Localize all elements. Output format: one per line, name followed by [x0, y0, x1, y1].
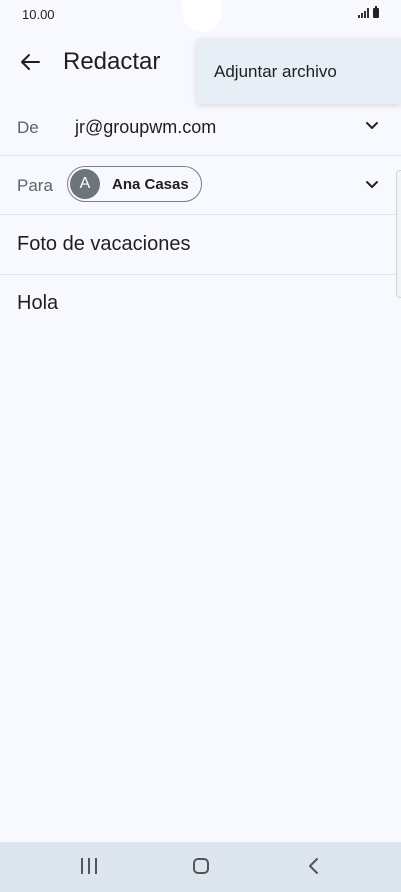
subject-field[interactable]: Foto de vacaciones — [17, 233, 190, 256]
recent-apps-icon[interactable] — [81, 858, 97, 874]
to-row[interactable]: Para A Ana Casas — [0, 156, 401, 215]
subject-row[interactable]: Foto de vacaciones — [0, 215, 401, 275]
from-label: De — [17, 118, 39, 137]
home-icon[interactable] — [193, 858, 209, 874]
battery-icon — [373, 6, 379, 18]
overflow-menu: Adjuntar archivo — [196, 38, 401, 104]
status-icons — [358, 6, 379, 18]
navigation-bar — [0, 842, 401, 892]
page-title: Redactar — [63, 48, 161, 75]
from-value: jr@groupwm.com — [75, 117, 217, 137]
to-label: Para — [17, 176, 53, 195]
back-button[interactable] — [12, 44, 48, 80]
chevron-down-icon[interactable] — [365, 119, 379, 133]
menu-item-attach-file[interactable]: Adjuntar archivo — [214, 62, 337, 82]
body-field[interactable]: Hola — [17, 292, 58, 315]
back-icon[interactable] — [305, 856, 323, 876]
signal-icon — [358, 8, 369, 18]
avatar: A — [70, 169, 100, 199]
arrow-back-icon — [21, 54, 40, 70]
recipient-chip[interactable]: A Ana Casas — [67, 166, 202, 202]
from-row[interactable]: De jr@groupwm.com — [0, 100, 401, 156]
status-time: 10.00 — [22, 7, 55, 22]
recipient-name: Ana Casas — [112, 175, 189, 193]
chevron-down-icon[interactable] — [365, 178, 379, 192]
scrollbar[interactable] — [396, 170, 401, 298]
